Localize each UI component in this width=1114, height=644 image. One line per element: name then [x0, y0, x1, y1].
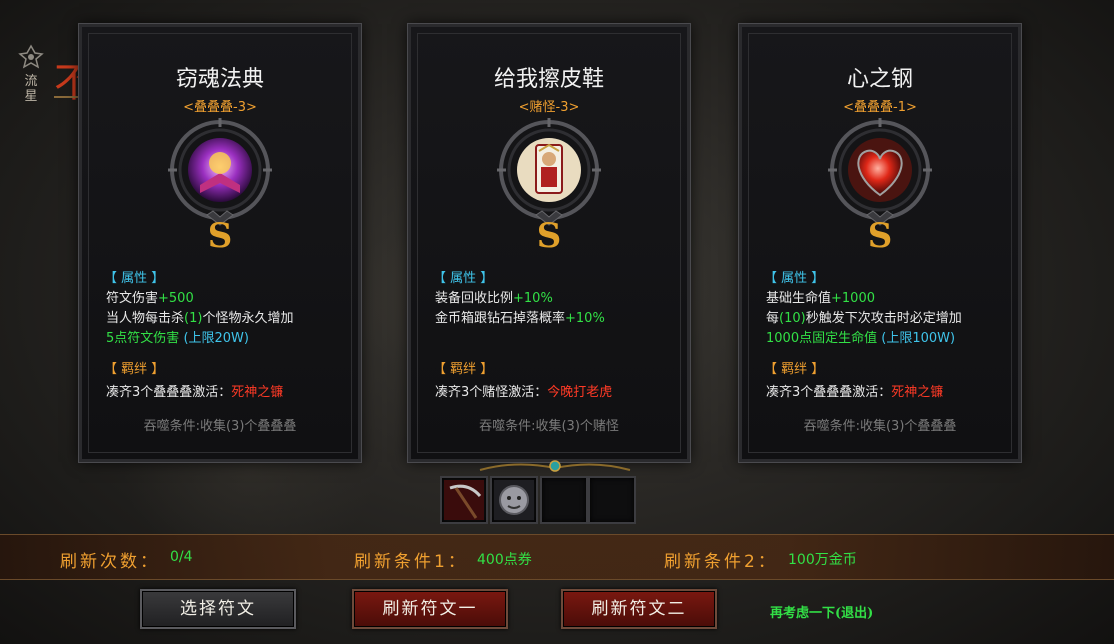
attr-line-1: 基础生命值+1000 — [766, 291, 875, 306]
exit-link[interactable]: 再考虑一下(退出) — [770, 602, 873, 621]
attr-line-2: 当人物每击杀(1)个怪物永久增加 — [106, 311, 294, 326]
ornament-icon — [479, 460, 631, 472]
bond-header: 【 羁绊 】 — [764, 362, 825, 377]
spellbook-icon: S — [168, 118, 272, 255]
side-label-bottom: 星 — [24, 89, 38, 104]
slot-empty[interactable] — [540, 476, 588, 524]
tiger-icon — [494, 480, 534, 520]
scythe-icon — [444, 480, 484, 520]
devour-condition: 吞噬条件:收集(3)个叠叠叠 — [143, 419, 297, 434]
attr-line-3: 1000点固定生命值 (上限100W) — [766, 331, 956, 346]
bond-line: 凑齐3个叠叠叠激活：死神之镰 — [766, 385, 944, 400]
refresh-info-bar — [0, 534, 1114, 580]
grade-s: S — [868, 216, 893, 255]
slot-scythe[interactable] — [440, 476, 488, 524]
rune-card-2[interactable]: 给我擦皮鞋 <赌怪-3> S 【 属性 】 装备回收比例+10% 金币箱跟钻石掉… — [407, 23, 691, 463]
refresh-rune-1-button[interactable]: 刷新符文一 — [352, 589, 508, 629]
bond-line: 凑齐3个赌怪激活：今晚打老虎 — [435, 385, 613, 400]
attr-line-2: 每(10)秒触发下次攻击时必定增加 — [766, 311, 962, 326]
bond-header: 【 羁绊 】 — [104, 362, 165, 377]
card-title: 心之钢 — [846, 67, 913, 92]
attr-line-1: 符文伤害+500 — [106, 291, 194, 306]
card-tag: <叠叠叠-1> — [843, 100, 917, 115]
slot-empty[interactable] — [588, 476, 636, 524]
select-rune-button[interactable]: 选择符文 — [140, 589, 296, 629]
heart-steel-icon: S — [828, 118, 932, 255]
side-label-top: 流 — [24, 74, 38, 89]
attr-header: 【 属性 】 — [764, 271, 825, 286]
attr-line-1: 装备回收比例+10% — [435, 291, 553, 306]
devour-condition: 吞噬条件:收集(3)个赌怪 — [479, 419, 619, 434]
refresh-cond1-value: 400点券 — [477, 552, 532, 568]
refresh-rune-2-button[interactable]: 刷新符文二 — [561, 589, 717, 629]
side-menu-liuxing[interactable]: 流 星 — [14, 44, 48, 124]
refresh-cond1-label: 刷新条件1： — [354, 552, 468, 572]
rune-card-1[interactable]: 窃魂法典 <叠叠叠-3> S 【 属性 】 符文伤害+500 当人物每击杀(1)… — [78, 23, 362, 463]
bond-header: 【 羁绊 】 — [433, 362, 494, 377]
refresh-count-label: 刷新次数： — [60, 552, 160, 572]
refresh-count-value: 0/4 — [170, 549, 193, 565]
card-title: 窃魂法典 — [175, 67, 264, 92]
card-tag: <赌怪-3> — [518, 100, 580, 115]
grade-s: S — [208, 216, 233, 255]
grade-s: S — [537, 216, 562, 255]
attr-line-3: 5点符文伤害 (上限20W) — [106, 331, 249, 346]
rune-card-3[interactable]: 心之钢 <叠叠叠-1> S 【 属性 】 基础生命值+1000 每(10)秒触发… — [738, 23, 1022, 463]
card-title: 给我擦皮鞋 — [493, 67, 604, 92]
bond-line: 凑齐3个叠叠叠激活：死神之镰 — [106, 385, 284, 400]
devour-condition: 吞噬条件:收集(3)个叠叠叠 — [803, 419, 957, 434]
slot-tiger[interactable] — [490, 476, 538, 524]
emblem-icon — [18, 44, 44, 69]
refresh-cond2-value: 100万金币 — [788, 552, 857, 568]
attr-header: 【 属性 】 — [104, 271, 165, 286]
attr-header: 【 属性 】 — [433, 271, 494, 286]
refresh-cond2-label: 刷新条件2： — [664, 552, 778, 572]
attr-line-2: 金币箱跟钻石掉落概率+10% — [435, 311, 605, 326]
card-tag: <叠叠叠-3> — [183, 100, 257, 115]
playing-card-icon: S — [497, 118, 601, 255]
